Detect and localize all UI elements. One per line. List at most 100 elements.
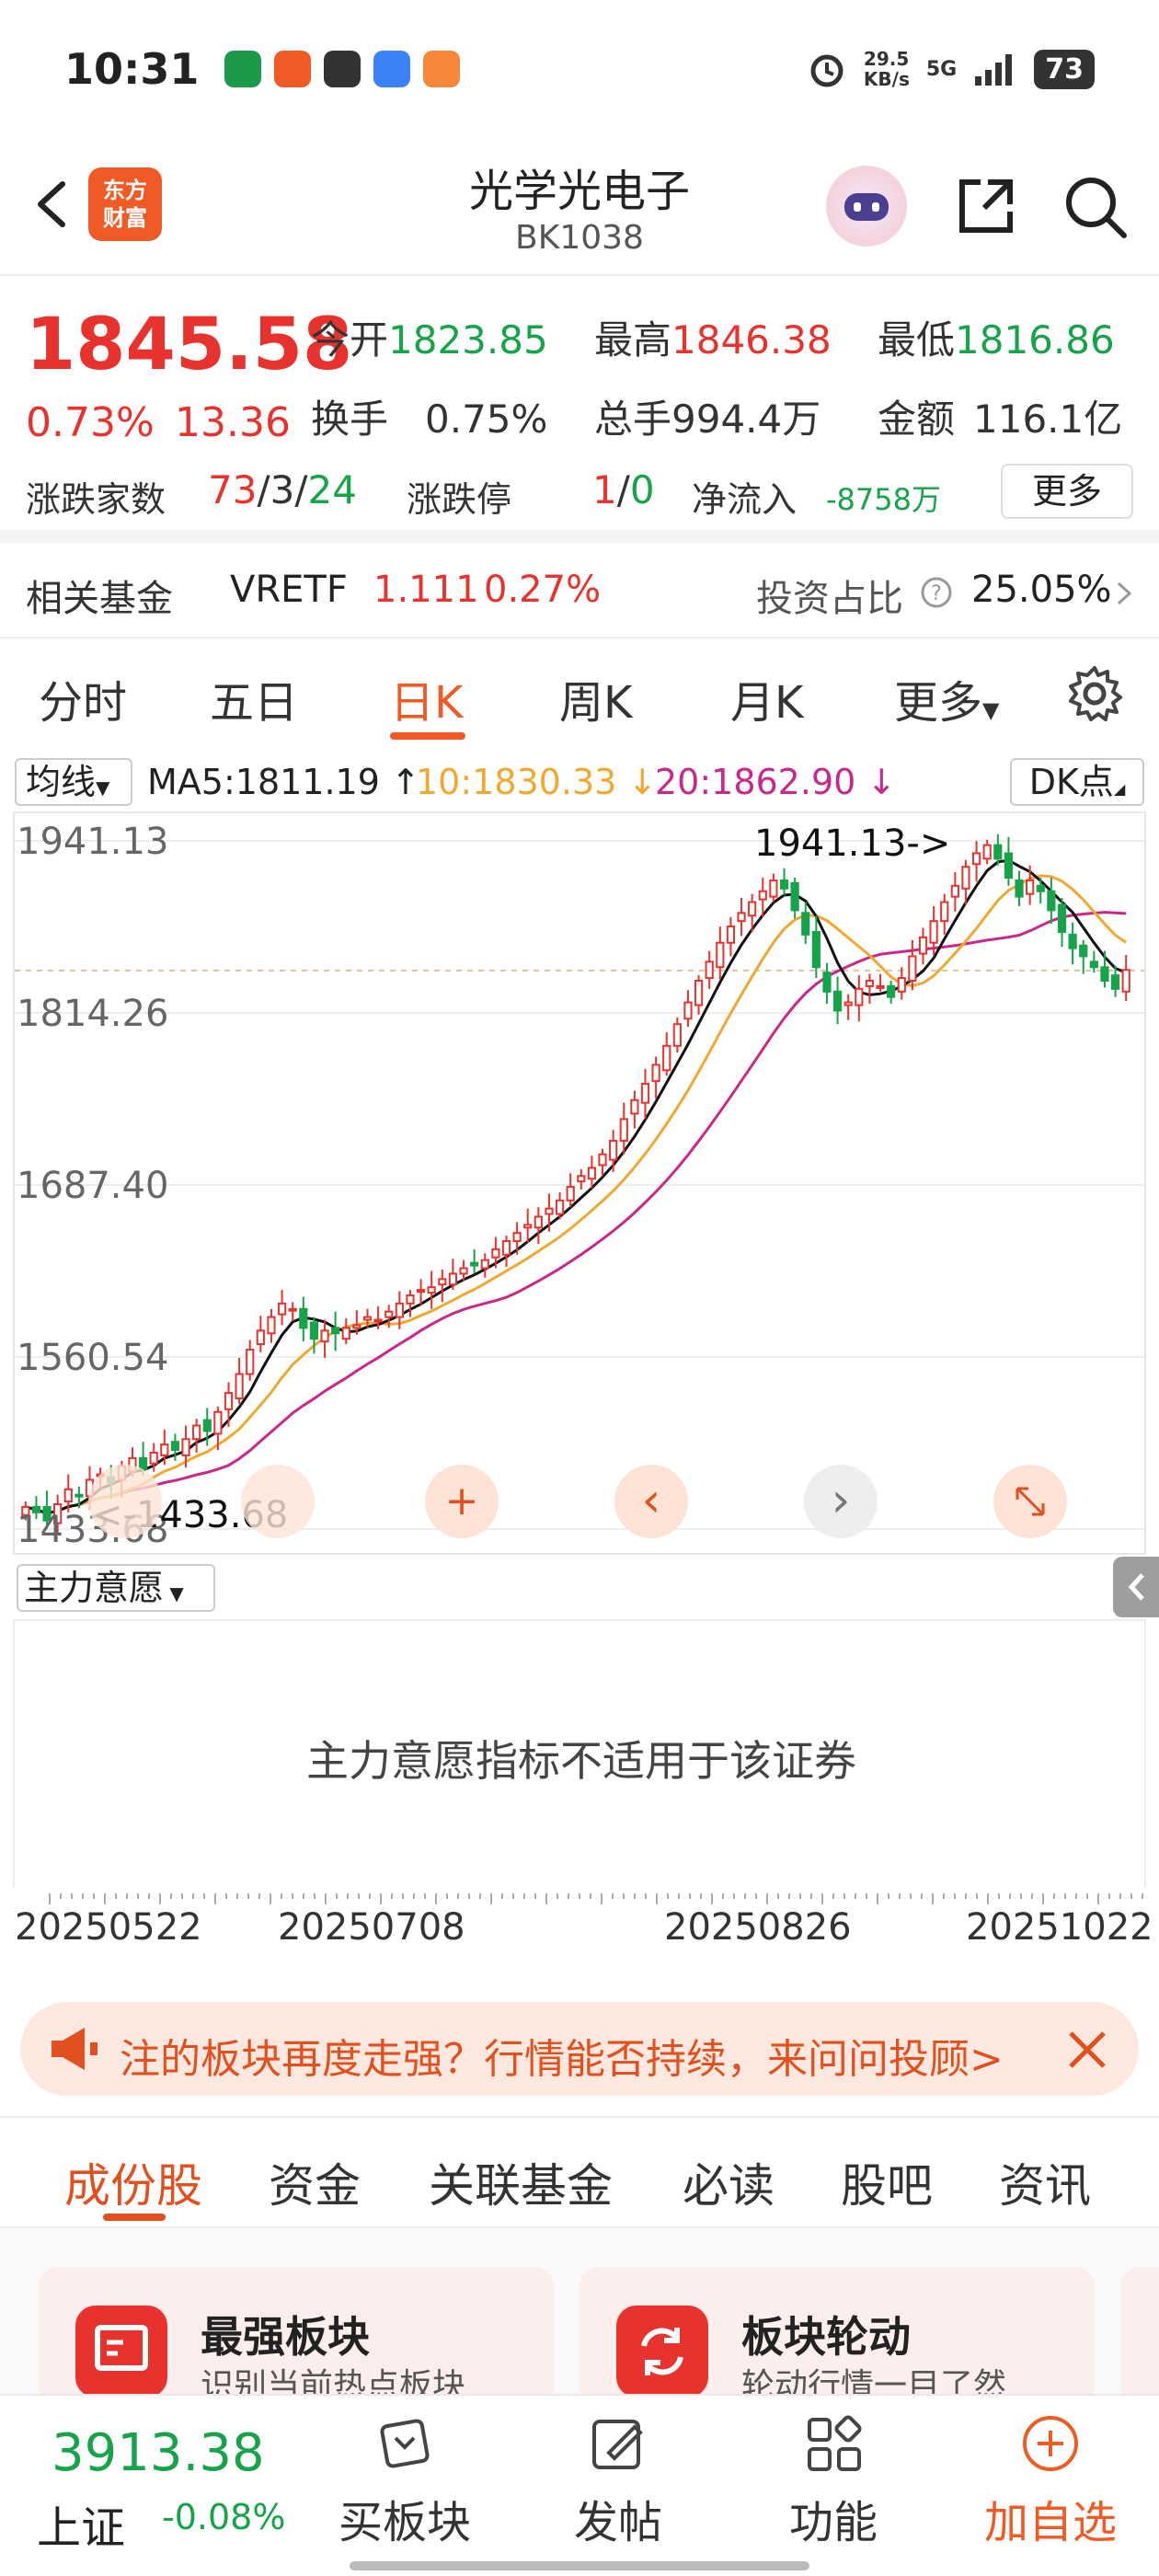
candle-body — [662, 1044, 671, 1072]
card-title: 最强板块 — [201, 2312, 370, 2362]
tab-forum[interactable]: 股吧 — [841, 2149, 933, 2215]
nav-buy-sector[interactable]: 买板块 — [331, 2410, 478, 2550]
index-name: 上证 — [37, 2502, 126, 2554]
candle-body — [309, 1321, 319, 1340]
chart-control-bubble[interactable] — [88, 1465, 162, 1538]
advance-count: 73 — [208, 467, 258, 512]
candle-body — [801, 912, 810, 936]
ma-selector[interactable]: 均线▼ — [15, 758, 132, 806]
tab-more[interactable]: 更多▼ — [894, 666, 999, 730]
card-strongest-sector[interactable]: 最强板块 识别当前热点板块 — [39, 2267, 554, 2394]
candle-body — [716, 941, 725, 969]
candle-body — [758, 890, 767, 901]
candle-body — [950, 884, 959, 898]
tab-daily-k[interactable]: 日K — [390, 666, 463, 730]
tab-must-read[interactable]: 必读 — [683, 2149, 775, 2215]
kline-chart[interactable]: 1941.13 1814.26 1687.40 1560.54 1433.68 1941… — [13, 811, 1146, 1555]
candle-body — [427, 1286, 436, 1294]
candle-body — [640, 1083, 650, 1104]
tab-intraday[interactable]: 分时 — [39, 666, 127, 730]
app-notification-icon — [423, 51, 461, 87]
high-value: 1846.38 — [671, 317, 832, 362]
ma5-line — [25, 858, 1127, 1515]
advisor-banner[interactable]: 注的板块再度走强？行情能否持续，来问问投顾> — [20, 2002, 1139, 2096]
low-field: 最低1816.86 — [878, 309, 1115, 365]
volume-field: 总手994.4万 — [594, 388, 820, 444]
plus-icon: + — [445, 1478, 479, 1524]
megaphone-icon — [52, 2028, 98, 2070]
candle-body — [982, 844, 992, 860]
related-fund-row[interactable]: 相关基金 VRETF 1.111 0.27% 投资占比 ? 25.05% — [0, 543, 1159, 638]
candle-body — [769, 879, 778, 898]
index-value: 3913.38 — [52, 2423, 265, 2483]
candle-body — [534, 1215, 543, 1229]
candle-body — [790, 881, 799, 912]
candle-body — [822, 972, 832, 993]
tab-related-funds[interactable]: 关联基金 — [429, 2149, 613, 2215]
bottom-nav: 3913.38 上证 -0.08% 买板块 发帖 功能 加自选 — [0, 2394, 1159, 2576]
tab-constituents[interactable]: 成份股 — [64, 2149, 202, 2215]
date-tick: 20251022 — [966, 1906, 1153, 1949]
search-icon[interactable] — [1058, 169, 1131, 243]
card-partial[interactable] — [1120, 2267, 1159, 2394]
fund-change: 0.27% — [484, 569, 602, 611]
nav-label: 买板块 — [338, 2497, 471, 2548]
candle-body — [277, 1302, 287, 1316]
date-tick: 20250708 — [278, 1906, 465, 1949]
chart-control-bubble[interactable] — [241, 1465, 315, 1538]
sector-chart-icon — [75, 2306, 167, 2394]
ma10-line — [25, 874, 1128, 1515]
more-button[interactable]: 更多 — [1001, 464, 1133, 519]
tab-five-day[interactable]: 五日 — [210, 666, 298, 730]
candle-body — [149, 1451, 158, 1465]
collapse-tab[interactable] — [1113, 1557, 1159, 1617]
share-icon[interactable] — [949, 169, 1023, 243]
close-icon[interactable] — [1061, 2024, 1113, 2076]
candle-body — [406, 1294, 415, 1305]
amount-label: 金额 — [878, 397, 956, 442]
candle-body — [705, 960, 714, 980]
home-indicator[interactable] — [350, 2561, 809, 2570]
candle-body — [170, 1441, 180, 1452]
kline-svg[interactable]: 1941.131814.261687.401560.541433.68 1941… — [15, 813, 1144, 1553]
tab-capital[interactable]: 资金 — [269, 2149, 361, 2215]
gear-icon[interactable] — [1065, 664, 1124, 723]
candle-body — [971, 852, 981, 866]
nav-add-watchlist[interactable]: 加自选 — [977, 2410, 1124, 2550]
high-marker: 1941.13-> — [754, 822, 950, 865]
candle-body — [566, 1186, 575, 1202]
tab-weekly-k[interactable]: 周K — [559, 666, 632, 730]
candle-body — [1015, 879, 1024, 898]
banner-text: 注的板块再度走强？行情能否持续，来问问投顾> — [120, 2036, 1004, 2083]
candle-body — [192, 1424, 201, 1441]
amount-field: 金额 116.1亿 — [878, 388, 1122, 444]
tab-monthly-k[interactable]: 月K — [730, 666, 803, 730]
dropdown-triangle-icon: ▼ — [164, 1582, 184, 1604]
volume-value: 994.4万 — [671, 397, 821, 442]
limit-label: 涨跌停 — [407, 479, 512, 520]
indicator-selector[interactable]: 主力意愿 ▼ — [17, 1564, 215, 1612]
candle-body — [448, 1272, 458, 1286]
candle-body — [267, 1316, 276, 1335]
nav-post[interactable]: 发帖 — [545, 2410, 692, 2550]
app-notification-icon — [373, 51, 411, 87]
kline-tabs: 分时 五日 日K 周K 月K 更多▼ — [0, 638, 1159, 749]
card-sector-rotation[interactable]: 板块轮动 轮动行情一目了然 — [580, 2267, 1095, 2394]
amount-value: 116.1亿 — [973, 397, 1123, 442]
help-icon[interactable]: ? — [920, 576, 953, 609]
candle-body — [587, 1167, 597, 1180]
turnover-field: 换手 0.75% — [311, 388, 547, 444]
card-title: 板块轮动 — [741, 2312, 911, 2362]
date-axis: 20250522 20250708 20250826 20251022 — [13, 1888, 1153, 1980]
dk-point-button[interactable]: DK点◢ — [1010, 758, 1144, 806]
ai-assistant-icon[interactable] — [826, 166, 907, 247]
signal-icon — [975, 54, 1013, 86]
tab-more-label: 更多 — [894, 677, 983, 729]
candle-body — [501, 1240, 511, 1256]
index-change: -0.08% — [162, 2497, 286, 2537]
tab-news[interactable]: 资讯 — [999, 2149, 1091, 2215]
nav-functions[interactable]: 功能 — [760, 2410, 907, 2550]
candle-body — [202, 1419, 212, 1432]
edit-icon — [592, 2420, 643, 2469]
dk-point-label: DK点 — [1028, 762, 1114, 802]
